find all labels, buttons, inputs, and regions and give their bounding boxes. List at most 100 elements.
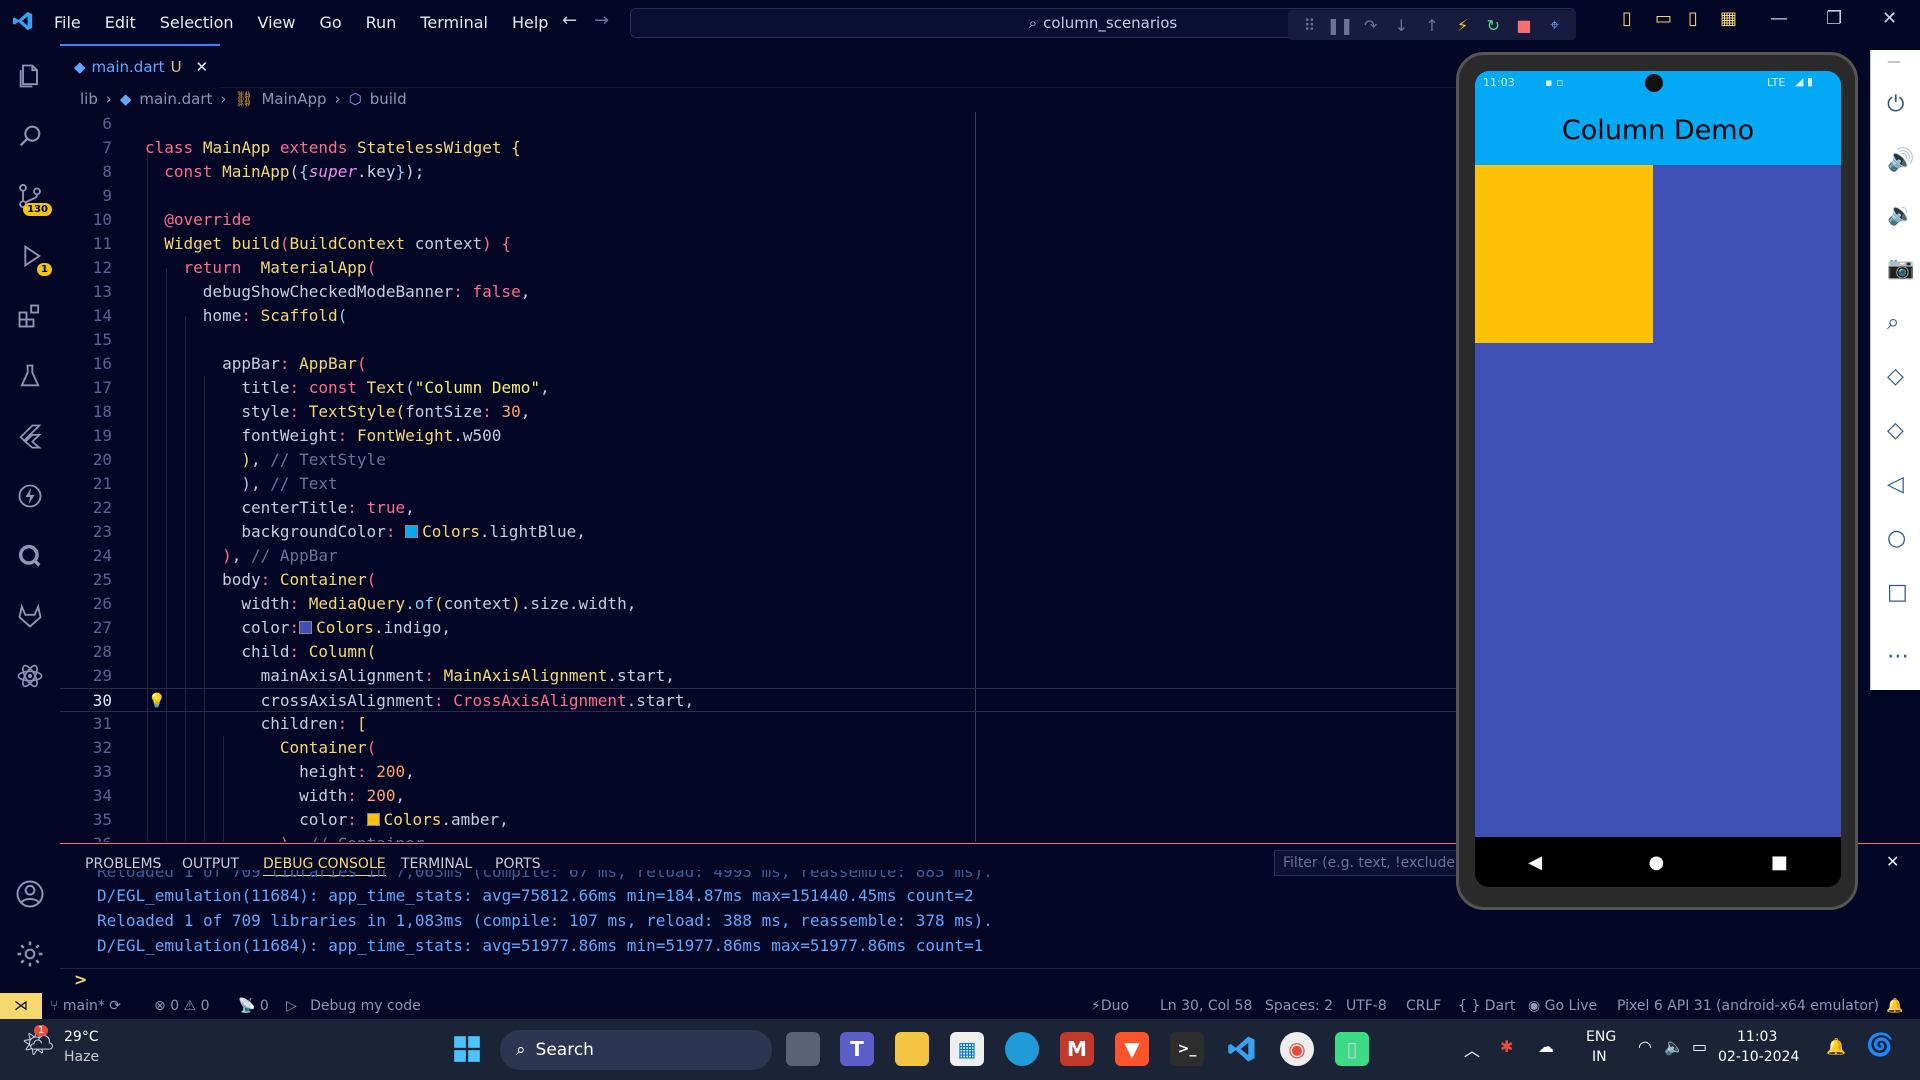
toggle-sidebar-icon[interactable]: ▯ xyxy=(1622,8,1632,29)
chrome-icon[interactable]: ◉ xyxy=(1280,1032,1314,1066)
breadcrumb-method[interactable]: build xyxy=(370,90,407,108)
menu-selection[interactable]: Selection xyxy=(160,13,234,32)
menu-run[interactable]: Run xyxy=(366,13,397,32)
file-explorer-icon[interactable] xyxy=(895,1032,929,1066)
clock-time[interactable]: 11:03 xyxy=(1737,1029,1777,1045)
weather-condition[interactable]: Haze xyxy=(64,1049,99,1065)
close-panel-icon[interactable]: ✕ xyxy=(1886,852,1899,871)
nav-back-icon[interactable]: ◀ xyxy=(1528,852,1542,873)
clock-date[interactable]: 02-10-2024 xyxy=(1718,1049,1799,1065)
indentation[interactable]: Spaces: 2 xyxy=(1265,998,1333,1014)
minimize-icon[interactable]: — xyxy=(1770,8,1788,29)
breadcrumb-lib[interactable]: lib xyxy=(80,90,98,108)
gitlab-icon[interactable] xyxy=(12,598,48,634)
step-out-icon[interactable]: ↑ xyxy=(1423,16,1441,35)
android-studio-icon[interactable]: ▯ xyxy=(1335,1032,1369,1066)
quokka-icon[interactable] xyxy=(12,538,48,574)
rotate-right-icon[interactable]: ◇ xyxy=(1887,418,1904,443)
minimize-icon[interactable]: — xyxy=(1887,54,1901,70)
temperature[interactable]: 29°C xyxy=(64,1029,99,1045)
notifications-bell-icon[interactable]: 🔔 xyxy=(1886,998,1903,1014)
chevron-up-icon[interactable]: ︿ xyxy=(1464,1037,1480,1061)
language-code[interactable]: ENG xyxy=(1586,1029,1616,1045)
customize-layout-icon[interactable]: ▦ xyxy=(1720,8,1737,29)
go-live[interactable]: ◉ Go Live xyxy=(1528,998,1597,1014)
notification-bell-icon[interactable]: 🔔 xyxy=(1826,1037,1846,1056)
close-tab-icon[interactable]: ✕ xyxy=(196,58,209,76)
back-icon[interactable]: ◁ xyxy=(1887,472,1904,497)
restart-icon[interactable]: ↻ xyxy=(1484,16,1502,35)
more-icon[interactable]: ⋯ xyxy=(1887,644,1909,669)
explorer-icon[interactable] xyxy=(12,58,48,94)
problems-count[interactable]: ⊗ 0 ⚠ 0 xyxy=(154,998,209,1014)
power-icon[interactable]: ⏻ xyxy=(1887,92,1904,117)
home-icon[interactable]: ○ xyxy=(1887,526,1906,551)
duo-status[interactable]: ⚡Duo xyxy=(1091,998,1129,1014)
run-debug-icon[interactable]: 1 xyxy=(12,238,52,276)
language-region[interactable]: IN xyxy=(1592,1049,1607,1065)
console-prompt[interactable]: > xyxy=(74,970,87,989)
account-icon[interactable] xyxy=(12,876,48,912)
pause-icon[interactable]: ❚❚ xyxy=(1327,16,1354,35)
search-icon[interactable] xyxy=(12,118,48,154)
volume-icon[interactable]: 🔈 xyxy=(1664,1037,1684,1056)
encoding[interactable]: UTF-8 xyxy=(1346,998,1387,1014)
debug-config[interactable]: ▷ Debug my code xyxy=(286,998,421,1014)
extensions-icon[interactable] xyxy=(12,298,48,334)
back-arrow-icon[interactable]: ← xyxy=(562,10,577,31)
drag-handle-icon[interactable]: ⠿ xyxy=(1300,16,1318,35)
forward-arrow-icon[interactable]: → xyxy=(594,10,609,31)
mcafee-icon[interactable]: M xyxy=(1060,1032,1094,1066)
overview-icon[interactable]: □ xyxy=(1887,580,1908,605)
menu-help[interactable]: Help xyxy=(512,13,548,32)
menu-terminal[interactable]: Terminal xyxy=(420,13,488,32)
stop-icon[interactable]: ■ xyxy=(1515,16,1533,35)
camera-icon[interactable]: 📷 xyxy=(1887,256,1914,281)
devtools-icon[interactable]: ⌖ xyxy=(1546,15,1564,34)
teams-icon[interactable]: T xyxy=(840,1032,874,1066)
ms-store-icon[interactable]: ▦ xyxy=(950,1032,984,1066)
vscode-taskbar-icon[interactable] xyxy=(1225,1032,1259,1066)
toggle-panel-icon[interactable]: ▭ xyxy=(1655,8,1672,29)
device-selector[interactable]: Pixel 6 API 31 (android-x64 emulator) xyxy=(1617,998,1879,1014)
onedrive-icon[interactable]: ☁ xyxy=(1538,1037,1554,1056)
cursor-position[interactable]: Ln 30, Col 58 xyxy=(1160,998,1252,1014)
menu-go[interactable]: Go xyxy=(319,13,341,32)
testing-icon[interactable] xyxy=(12,358,48,394)
wifi-icon[interactable]: ◠ xyxy=(1638,1037,1652,1056)
terminal-icon[interactable]: >_ xyxy=(1170,1032,1204,1066)
breadcrumb-file[interactable]: main.dart xyxy=(139,90,212,108)
zoom-icon[interactable]: ⌕ xyxy=(1887,310,1899,335)
settings-gear-icon[interactable] xyxy=(12,936,48,972)
tray-app-icon[interactable]: ✱ xyxy=(1500,1037,1513,1056)
menu-edit[interactable]: Edit xyxy=(105,13,136,32)
copilot-icon[interactable]: 🌀 xyxy=(1866,1033,1893,1058)
windows-start-icon[interactable] xyxy=(450,1032,484,1066)
task-view-icon[interactable] xyxy=(786,1032,820,1066)
git-branch[interactable]: ⑂ main* ⟳ xyxy=(50,998,121,1014)
line-ending[interactable]: CRLF xyxy=(1406,998,1441,1014)
menu-file[interactable]: File xyxy=(54,13,81,32)
step-into-icon[interactable]: ↓ xyxy=(1392,16,1410,35)
code-editor[interactable]: 6 7 class MainApp extends StatelessWidget… xyxy=(60,112,1458,842)
phone-screen[interactable]: 11:03 ▪ ▫ LTE ◢ ▮ Column Demo ◀ ● ■ xyxy=(1475,71,1841,887)
brave-icon[interactable]: ▼ xyxy=(1115,1032,1149,1066)
remote-indicator[interactable]: ⋊ xyxy=(0,993,42,1019)
maximize-icon[interactable]: ❐ xyxy=(1826,8,1842,29)
ports-count[interactable]: 📡 0 xyxy=(238,998,269,1014)
menu-view[interactable]: View xyxy=(258,13,296,32)
volume-down-icon[interactable]: 🔉 xyxy=(1887,202,1914,227)
source-control-icon[interactable]: 130 xyxy=(12,178,52,216)
react-icon[interactable] xyxy=(12,658,48,694)
close-window-icon[interactable]: ✕ xyxy=(1882,8,1897,29)
volume-up-icon[interactable]: 🔊 xyxy=(1887,148,1914,173)
toggle-secondary-sidebar-icon[interactable]: ▯ xyxy=(1688,8,1698,29)
nav-recents-icon[interactable]: ■ xyxy=(1771,852,1788,873)
breadcrumb-class[interactable]: MainApp xyxy=(261,90,326,108)
step-over-icon[interactable]: ↷ xyxy=(1362,16,1380,35)
lightning-icon[interactable] xyxy=(12,478,48,514)
tab-main-dart[interactable]: ◆ main.dart U ✕ xyxy=(60,44,220,88)
hot-reload-icon[interactable]: ⚡ xyxy=(1454,16,1472,35)
language-mode[interactable]: { } Dart xyxy=(1458,998,1515,1014)
rotate-left-icon[interactable]: ◇ xyxy=(1887,364,1904,389)
